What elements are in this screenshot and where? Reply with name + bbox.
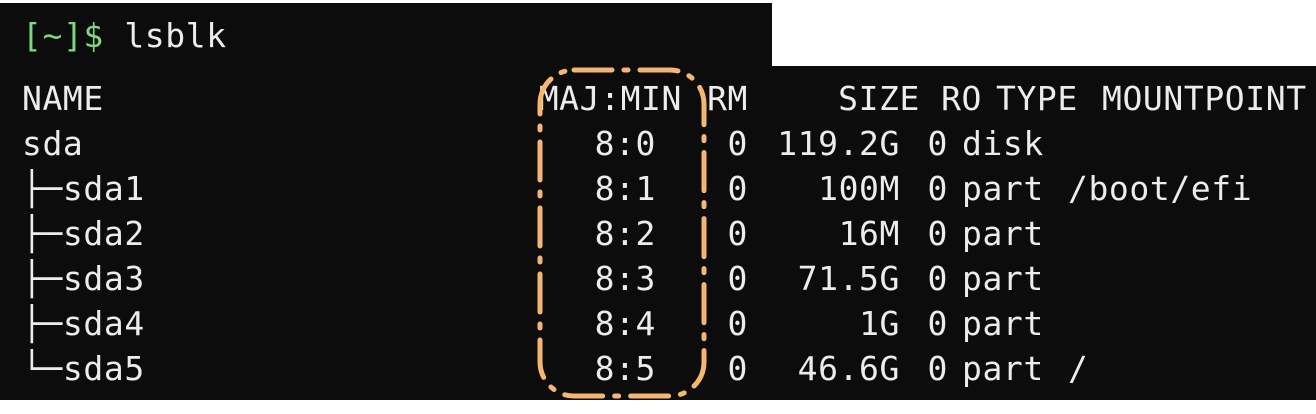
- row-mountpoint: /boot/efi: [1068, 169, 1253, 208]
- row-rm: 0: [727, 124, 748, 163]
- row-majmin: 8:0: [594, 124, 656, 163]
- row-rm: 0: [727, 169, 748, 208]
- table-row: ├─sda4 8:4 0 1G 0 part: [22, 301, 1288, 346]
- header-ro: RO: [941, 79, 982, 118]
- header-rm: RM: [707, 79, 748, 118]
- table-row: ├─sda3 8:3 0 71.5G 0 part: [22, 256, 1288, 301]
- row-rm: 0: [727, 349, 748, 388]
- row-majmin: 8:5: [594, 349, 656, 388]
- row-majmin: 8:3: [594, 259, 656, 298]
- header-mountpoint: MOUNTPOINT: [1102, 79, 1307, 118]
- prompt-path: ~: [42, 16, 63, 55]
- row-type: part: [962, 169, 1044, 208]
- row-size: 46.6G: [797, 349, 900, 388]
- table-row: sda 8:0 0 119.2G 0 disk: [22, 121, 1288, 166]
- row-ro: 0: [927, 169, 948, 208]
- row-ro: 0: [927, 304, 948, 343]
- table-header-row: NAME MAJ:MIN RM SIZE RO TYPE MOUNTPOINT: [22, 76, 1316, 121]
- row-name: ├─sda3: [22, 259, 145, 298]
- row-ro: 0: [927, 349, 948, 388]
- prompt-line: [~]$ lsblk: [22, 13, 227, 58]
- row-type: part: [962, 259, 1044, 298]
- row-type: part: [962, 349, 1044, 388]
- row-ro: 0: [927, 259, 948, 298]
- terminal-prompt-panel: [~]$ lsblk: [0, 3, 772, 69]
- row-type: disk: [962, 124, 1044, 163]
- row-size: 71.5G: [797, 259, 900, 298]
- header-name: NAME: [22, 79, 104, 118]
- table-row: └─sda5 8:5 0 46.6G 0 part /: [22, 346, 1288, 391]
- row-type: part: [962, 214, 1044, 253]
- prompt-bracket-close: ]: [62, 16, 84, 55]
- row-majmin: 8:4: [594, 304, 656, 343]
- row-mountpoint: /: [1068, 349, 1089, 388]
- row-name: ├─sda4: [22, 304, 145, 343]
- table-row: ├─sda1 8:1 0 100M 0 part/boot/efi: [22, 166, 1288, 211]
- row-ro: 0: [927, 214, 948, 253]
- row-name: sda: [22, 124, 84, 163]
- row-name: ├─sda2: [22, 214, 145, 253]
- row-size: 119.2G: [777, 124, 900, 163]
- prompt-bracket-open: [: [22, 16, 43, 55]
- row-rm: 0: [727, 214, 748, 253]
- row-ro: 0: [927, 124, 948, 163]
- row-name: └─sda5: [22, 349, 145, 388]
- row-type: part: [962, 304, 1044, 343]
- header-majmin: MAJ:MIN: [538, 79, 682, 118]
- command-text: lsblk: [103, 16, 227, 55]
- row-majmin: 8:2: [594, 214, 656, 253]
- terminal-output-panel: NAME MAJ:MIN RM SIZE RO TYPE MOUNTPOINT sda 8:0…: [0, 66, 1316, 400]
- table-row: ├─sda2 8:2 0 16M 0 part: [22, 211, 1288, 256]
- row-name: ├─sda1: [22, 169, 145, 208]
- row-size: 1G: [859, 304, 900, 343]
- row-rm: 0: [727, 259, 748, 298]
- header-size: SIZE: [838, 79, 920, 118]
- row-majmin: 8:1: [594, 169, 656, 208]
- row-size: 100M: [818, 169, 900, 208]
- row-rm: 0: [727, 304, 748, 343]
- row-size: 16M: [838, 214, 900, 253]
- header-type: TYPE: [996, 79, 1078, 118]
- prompt-dollar: $: [83, 16, 104, 55]
